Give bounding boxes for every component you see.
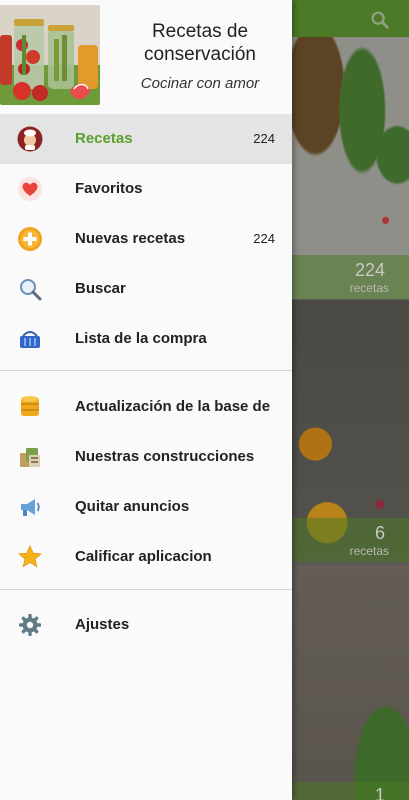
category-count-label: recetas — [349, 544, 389, 558]
category-footer — [292, 782, 409, 800]
app-subtitle: Cocinar con amor — [140, 75, 260, 92]
gear-icon — [19, 614, 41, 636]
category-card[interactable]: 224 recetas — [292, 37, 409, 299]
menu-item-quitar-anuncios[interactable]: Quitar anuncios — [0, 482, 292, 532]
category-card[interactable]: 1 — [292, 565, 409, 800]
category-image — [292, 565, 409, 800]
menu-count-badge: 224 — [253, 231, 275, 246]
category-count-label: recetas — [349, 281, 389, 295]
megaphone-icon — [21, 499, 40, 516]
drawer-header: Recetas de conservación Cocinar con amor — [0, 0, 292, 112]
menu-item-lista-compra[interactable]: Lista de la compra — [0, 314, 292, 364]
database-icon — [21, 396, 39, 416]
category-count: 224 — [354, 260, 385, 280]
heart-icon — [18, 177, 42, 201]
menu-label: Calificar aplicacion — [75, 548, 212, 565]
magnifier-icon — [20, 279, 42, 301]
app-title: Recetas de conservación — [144, 21, 256, 65]
menu-label: Favoritos — [75, 180, 143, 197]
menu-label: Nuevas recetas — [75, 230, 186, 247]
menu-item-recetas[interactable]: Recetas 224 — [0, 114, 292, 164]
basket-icon — [20, 331, 40, 348]
menu-label: Recetas — [75, 130, 133, 147]
navigation-drawer: Recetas de conservación Cocinar con amor… — [0, 0, 292, 800]
category-count: 1 — [374, 785, 385, 800]
category-card[interactable]: 6 recetas — [292, 300, 409, 562]
plus-icon — [18, 227, 42, 251]
menu-item-actualizacion[interactable]: Actualización de la base de — [0, 382, 292, 432]
star-icon — [17, 545, 43, 568]
menu-label: Lista de la compra — [75, 330, 207, 347]
menu-item-nuestras-construcciones[interactable]: Nuestras construcciones — [0, 432, 292, 482]
chef-icon — [17, 126, 43, 152]
search-icon[interactable] — [369, 9, 391, 31]
menu-divider — [0, 589, 292, 590]
category-count: 6 — [374, 523, 385, 543]
menu-item-favoritos[interactable]: Favoritos — [0, 164, 292, 214]
menu-label: Actualización de la base de — [75, 398, 271, 415]
menu-item-ajustes[interactable]: Ajustes — [0, 600, 292, 650]
menu-item-calificar[interactable]: Calificar aplicacion — [0, 532, 292, 582]
menu-label: Buscar — [75, 280, 126, 297]
menu-label: Nuestras construcciones — [75, 448, 255, 465]
apps-icon — [20, 448, 40, 467]
menu-item-buscar[interactable]: Buscar — [0, 264, 292, 314]
menu-item-nuevas-recetas[interactable]: Nuevas recetas 224 — [0, 214, 292, 264]
menu-label: Ajustes — [75, 616, 130, 633]
preserves-jars-image — [0, 5, 100, 105]
menu-count-badge: 224 — [253, 131, 275, 146]
menu-divider — [0, 370, 292, 371]
menu-label: Quitar anuncios — [75, 498, 190, 515]
